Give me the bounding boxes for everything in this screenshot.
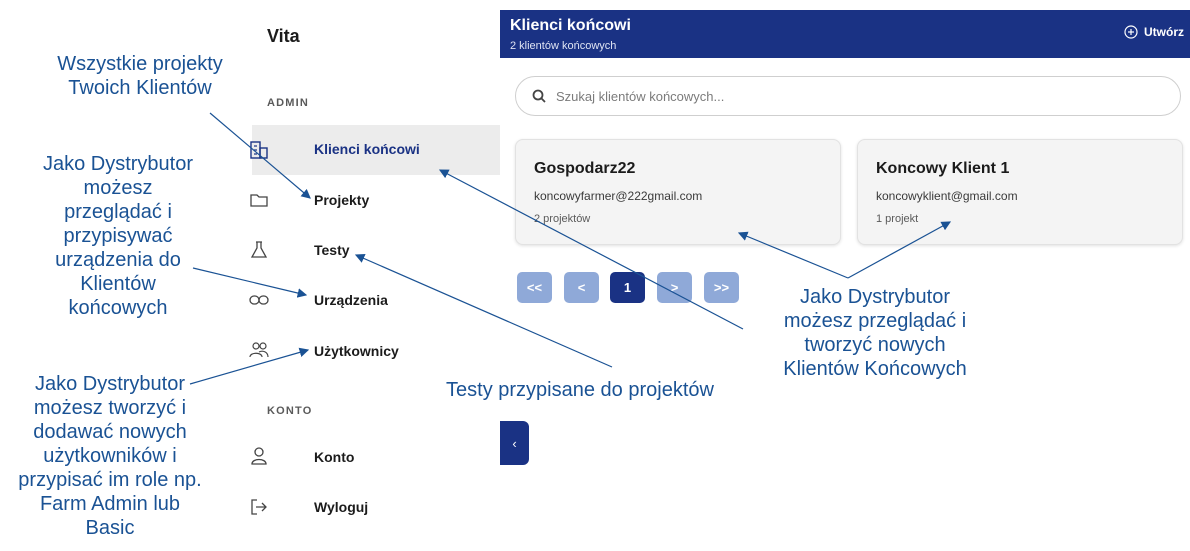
arrow-card-2 (847, 221, 952, 279)
arrow-tests (354, 253, 613, 368)
arrow-devices (192, 267, 308, 298)
arrow-card-1 (737, 231, 849, 279)
arrow-end-clients-menu (438, 169, 744, 330)
annotation-arrows (189, 112, 952, 385)
arrow-projects (209, 112, 311, 199)
arrow-users (189, 347, 310, 385)
